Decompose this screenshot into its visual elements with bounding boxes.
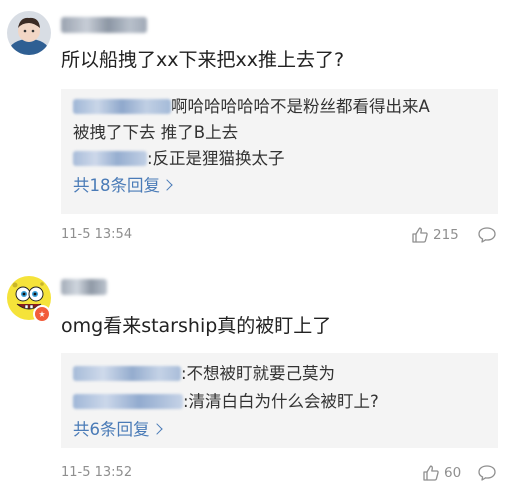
vip-badge-icon — [33, 305, 51, 323]
reply-username[interactable] — [73, 366, 181, 381]
like-count: 60 — [444, 465, 462, 481]
reply-text: :清清白白为什么会被盯上? — [183, 392, 379, 411]
more-replies-label: 共6条回复 — [73, 420, 150, 439]
like-button[interactable]: 60 — [422, 463, 461, 483]
username[interactable] — [61, 17, 147, 33]
reply-text: :反正是狸猫换太子 — [147, 149, 285, 168]
reply-text: 被拽了下去 推了B上去 — [73, 123, 239, 142]
username[interactable] — [61, 279, 107, 295]
reply-text: 啊哈哈哈哈哈不是粉丝都看得出来A — [171, 97, 430, 116]
reply-box[interactable]: 啊哈哈哈哈哈不是粉丝都看得出来A 被拽了下去 推了B上去 :反正是狸猫换太子 共… — [61, 89, 498, 214]
reply-item[interactable]: :清清白白为什么会被盯上? — [73, 391, 379, 413]
timestamp: 11-5 13:54 — [61, 227, 133, 242]
thumbs-up-icon — [412, 227, 428, 243]
reply-text: :不想被盯就要己莫为 — [181, 364, 336, 383]
reply-item-continued[interactable]: 被拽了下去 推了B上去 — [73, 122, 238, 144]
comment-text: 所以船拽了xx下来把xx推上去了? — [61, 49, 345, 71]
reply-item[interactable]: :反正是狸猫换太子 — [73, 148, 285, 170]
thumbs-up-icon — [423, 465, 439, 481]
child-photo-avatar-icon — [7, 11, 51, 55]
timestamp: 11-5 13:52 — [61, 465, 133, 480]
like-button[interactable]: 215 — [411, 225, 459, 245]
reply-username[interactable] — [73, 99, 171, 114]
reply-username[interactable] — [73, 394, 183, 409]
chevron-right-icon — [161, 179, 173, 191]
more-replies-label: 共18条回复 — [73, 176, 160, 195]
chevron-right-icon — [150, 423, 163, 435]
comment-item: omg看来starship真的被盯上了 :不想被盯就要己莫为 :清清白白为什么会… — [0, 250, 506, 492]
reply-item[interactable]: :不想被盯就要己莫为 — [73, 363, 335, 385]
comment-text: omg看来starship真的被盯上了 — [61, 315, 332, 337]
comment-item: 所以船拽了xx下来把xx推上去了? 啊哈哈哈哈哈不是粉丝都看得出来A 被拽了下去… — [0, 0, 506, 250]
avatar[interactable] — [7, 11, 51, 55]
reply-box[interactable]: :不想被盯就要己莫为 :清清白白为什么会被盯上? 共6条回复 — [61, 353, 498, 448]
like-count: 215 — [433, 227, 459, 243]
more-replies-link[interactable]: 共6条回复 — [73, 419, 163, 441]
reply-item[interactable]: 啊哈哈哈哈哈不是粉丝都看得出来A — [73, 96, 430, 118]
reply-username[interactable] — [73, 151, 147, 166]
more-replies-link[interactable]: 共18条回复 — [73, 175, 173, 197]
reply-bubble-icon[interactable] — [477, 464, 497, 482]
reply-bubble-icon[interactable] — [477, 226, 497, 244]
